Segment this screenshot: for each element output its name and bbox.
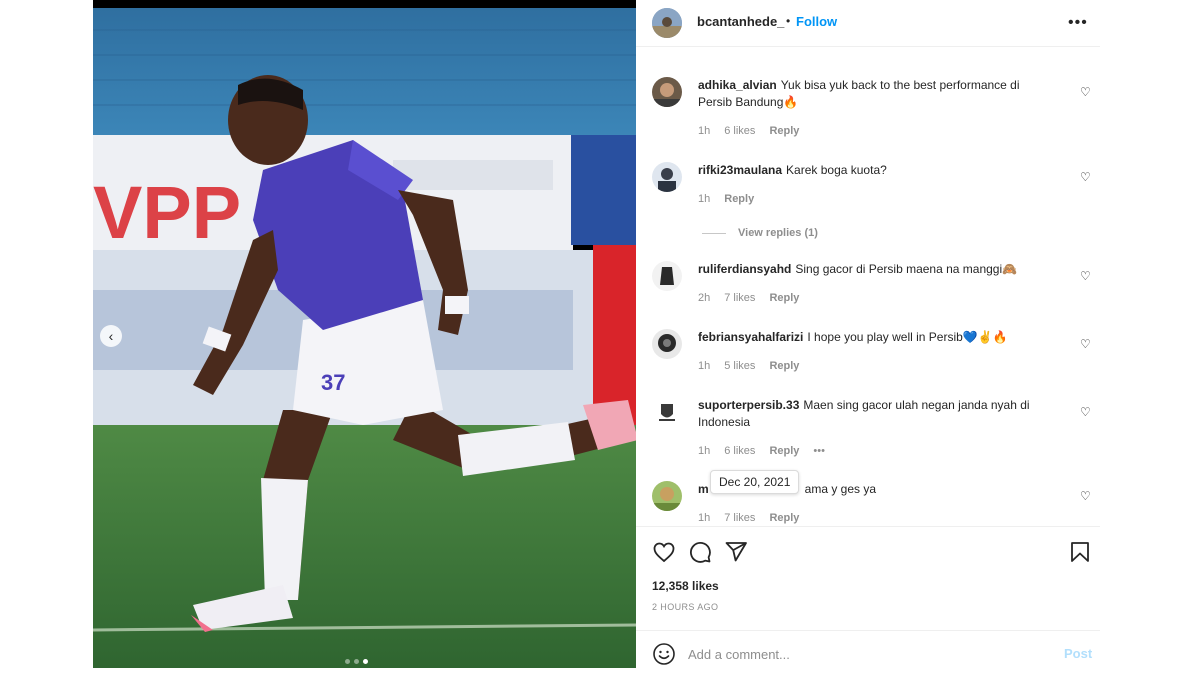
smiley-icon[interactable] xyxy=(652,642,676,666)
commenter-username[interactable]: rifki23maulana xyxy=(698,163,782,177)
replies-line xyxy=(702,232,726,234)
comment-time[interactable]: 2h xyxy=(698,292,710,304)
avatar-image xyxy=(652,329,682,359)
comment-text: rifki23maulana Karek boga kuota? xyxy=(698,162,1048,179)
comment-text: adhika_alvian Yuk bisa yuk back to the be… xyxy=(698,77,1048,111)
likes-count[interactable]: 12,358 likes xyxy=(652,579,719,593)
avatar-image xyxy=(652,77,682,107)
carousel-dot-active xyxy=(363,659,368,664)
comment-text: febriansyahalfarizi I hope you play well … xyxy=(698,329,1048,346)
avatar-image xyxy=(652,8,682,38)
comment-content: ama y ges ya xyxy=(804,482,877,496)
send-icon[interactable] xyxy=(724,540,748,564)
comment-text: suporterpersib.33 Maen sing gacor ulah ne… xyxy=(698,397,1048,431)
comment-meta: 1h 7 likes Reply xyxy=(698,512,799,524)
heart-icon[interactable]: ♡ xyxy=(1080,85,1091,99)
comment-text: ruliferdiansyahd Sing gacor di Persib mae… xyxy=(698,261,1048,278)
comment-likes[interactable]: 7 likes xyxy=(724,512,755,524)
comment-time[interactable]: 1h xyxy=(698,360,710,372)
comment-content: I hope you play well in Persib💙✌🔥 xyxy=(807,330,1008,344)
comment-content: Karek boga kuota? xyxy=(786,163,887,177)
view-replies-label: View replies (1) xyxy=(738,227,818,239)
date-tooltip: Dec 20, 2021 xyxy=(710,470,800,494)
commenter-username[interactable]: adhika_alvian xyxy=(698,78,777,92)
author-username[interactable]: bcantanhede_ xyxy=(697,14,784,29)
post-header: bcantanhede_ • Follow ••• xyxy=(636,0,1100,46)
reply-button[interactable]: Reply xyxy=(724,193,754,205)
instagram-post-view: VPP 37 ‹ bcantanhede_ • Follow ••• adhik… xyxy=(0,0,1200,675)
comment-meta: 1h 6 likes Reply xyxy=(698,125,799,137)
heart-icon[interactable] xyxy=(652,540,676,564)
comment-meta: 1h Reply xyxy=(698,193,754,205)
follow-button[interactable]: Follow xyxy=(796,14,837,29)
add-comment-row: Post xyxy=(636,631,1100,675)
svg-text:37: 37 xyxy=(321,370,345,395)
commenter-username[interactable]: m xyxy=(698,482,709,496)
heart-icon[interactable]: ♡ xyxy=(1080,489,1091,503)
reply-button[interactable]: Reply xyxy=(769,512,799,524)
commenter-avatar[interactable] xyxy=(652,77,682,107)
chevron-left-icon: ‹ xyxy=(108,327,114,344)
avatar-image xyxy=(652,261,682,291)
commenter-username[interactable]: ruliferdiansyahd xyxy=(698,262,791,276)
post-photo[interactable]: VPP 37 ‹ xyxy=(93,0,636,668)
comment-meta: 2h 7 likes Reply xyxy=(698,292,799,304)
comment-time[interactable]: 1h xyxy=(698,125,710,137)
heart-icon[interactable]: ♡ xyxy=(1080,405,1091,419)
heart-icon[interactable]: ♡ xyxy=(1080,170,1091,184)
reply-button[interactable]: Reply xyxy=(769,292,799,304)
author-avatar[interactable] xyxy=(652,8,682,38)
carousel-dot xyxy=(345,659,350,664)
svg-text:VPP: VPP xyxy=(93,171,241,254)
separator-dot: • xyxy=(786,14,791,28)
reply-button[interactable]: Reply xyxy=(769,360,799,372)
comment-time[interactable]: 1h xyxy=(698,193,710,205)
commenter-avatar[interactable] xyxy=(652,261,682,291)
commenter-username[interactable]: febriansyahalfarizi xyxy=(698,330,803,344)
comment-time[interactable]: 1h xyxy=(698,445,710,457)
commenter-avatar[interactable] xyxy=(652,162,682,192)
commenter-avatar[interactable] xyxy=(652,397,682,427)
avatar-image xyxy=(652,481,682,511)
view-replies-button[interactable]: View replies (1) xyxy=(702,227,818,239)
heart-icon[interactable]: ♡ xyxy=(1080,269,1091,283)
post-timestamp[interactable]: 2 HOURS AGO xyxy=(652,602,718,612)
avatar-image xyxy=(652,162,682,192)
commenter-avatar[interactable] xyxy=(652,481,682,511)
post-sidebar: bcantanhede_ • Follow ••• adhika_alvian Y… xyxy=(636,0,1100,675)
comment-likes[interactable]: 7 likes xyxy=(724,292,755,304)
action-bar xyxy=(652,540,1092,564)
bookmark-icon[interactable] xyxy=(1068,540,1092,564)
comment-likes[interactable]: 6 likes xyxy=(724,125,755,137)
avatar-image xyxy=(652,397,682,427)
football-player-photo: VPP 37 xyxy=(93,0,636,668)
carousel-indicator xyxy=(345,659,368,664)
heart-icon[interactable]: ♡ xyxy=(1080,337,1091,351)
more-horizontal-icon[interactable]: ••• xyxy=(1068,14,1088,32)
comments-list[interactable]: adhika_alvian Yuk bisa yuk back to the be… xyxy=(636,47,1100,525)
commenter-username[interactable]: suporterpersib.33 xyxy=(698,398,799,412)
comment-meta: 1h 5 likes Reply xyxy=(698,360,799,372)
comment-options-icon[interactable]: ••• xyxy=(813,445,825,457)
comment-meta: 1h 6 likes Reply ••• xyxy=(698,445,825,457)
divider xyxy=(636,526,1100,527)
post-button[interactable]: Post xyxy=(1064,646,1092,661)
reply-button[interactable]: Reply xyxy=(769,125,799,137)
comment-input[interactable] xyxy=(688,645,1028,663)
comment-icon[interactable] xyxy=(688,540,712,564)
reply-button[interactable]: Reply xyxy=(769,445,799,457)
comment-content: Sing gacor di Persib maena na manggi🙈 xyxy=(795,262,1018,276)
comment-likes[interactable]: 5 likes xyxy=(724,360,755,372)
comment-time[interactable]: 1h xyxy=(698,512,710,524)
carousel-dot xyxy=(354,659,359,664)
carousel-prev-button[interactable]: ‹ xyxy=(100,325,122,347)
commenter-avatar[interactable] xyxy=(652,329,682,359)
comment-likes[interactable]: 6 likes xyxy=(724,445,755,457)
